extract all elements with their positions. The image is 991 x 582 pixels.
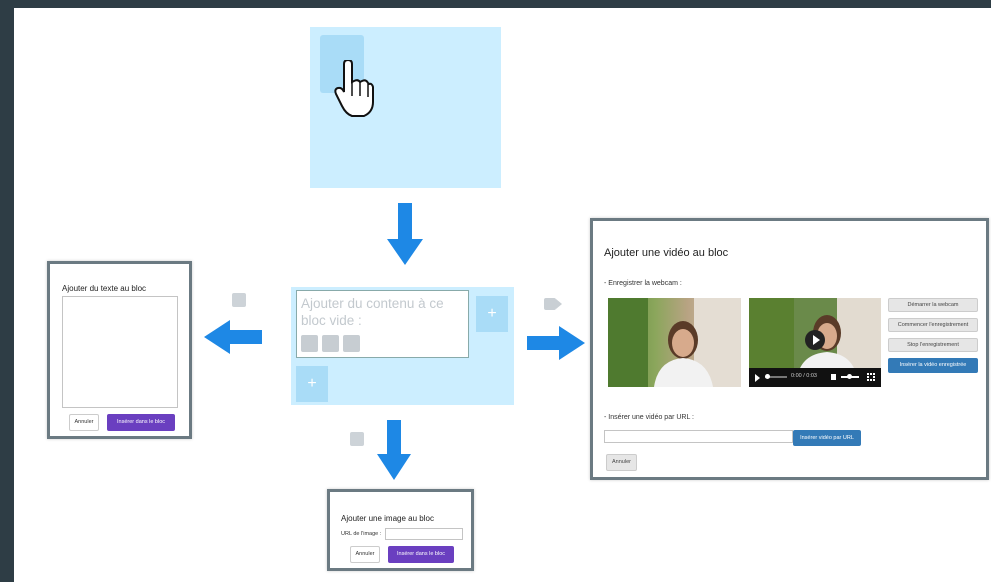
play-icon[interactable] bbox=[755, 374, 760, 382]
webcam-section-label: - Enregistrer la webcam : bbox=[604, 280, 682, 287]
image-url-label: URL de l'image : bbox=[341, 531, 382, 537]
add-image-panel: Ajouter une image au bloc URL de l'image… bbox=[327, 489, 474, 571]
video-camera-icon[interactable] bbox=[343, 335, 360, 352]
person-image bbox=[608, 298, 741, 387]
right-arrow-icon bbox=[527, 326, 585, 360]
cancel-button[interactable]: Annuler bbox=[350, 546, 380, 563]
cancel-button[interactable]: Annuler bbox=[69, 414, 99, 431]
seek-slider[interactable] bbox=[765, 374, 787, 379]
text-icon[interactable] bbox=[301, 335, 318, 352]
content-type-icons bbox=[301, 335, 360, 352]
text-input[interactable] bbox=[62, 296, 178, 408]
volume-slider[interactable] bbox=[841, 374, 859, 379]
panel-title: Ajouter une image au bloc bbox=[341, 514, 434, 523]
pointer-hand-icon bbox=[334, 60, 374, 117]
add-column-button[interactable]: + bbox=[476, 296, 508, 332]
text-icon bbox=[232, 293, 246, 307]
stop-recording-button[interactable]: Stop l'enregistrement bbox=[888, 338, 978, 352]
recorded-video-player[interactable]: 0:00 / 0:03 bbox=[749, 298, 881, 387]
volume-icon[interactable] bbox=[831, 374, 836, 380]
video-camera-icon bbox=[544, 298, 562, 310]
start-webcam-button[interactable]: Démarrer la webcam bbox=[888, 298, 978, 312]
image-icon[interactable] bbox=[322, 335, 339, 352]
image-url-input[interactable] bbox=[385, 528, 463, 540]
fullscreen-icon[interactable] bbox=[867, 373, 875, 381]
add-row-button[interactable]: + bbox=[296, 366, 328, 402]
down-arrow-icon bbox=[377, 420, 411, 480]
down-arrow-icon bbox=[387, 203, 423, 265]
webcam-preview bbox=[608, 298, 741, 387]
panel-title: Ajouter du texte au bloc bbox=[62, 284, 147, 293]
panel-title: Ajouter une vidéo au bloc bbox=[604, 247, 729, 259]
content-block: Ajouter du contenu à ce bloc vide : + + bbox=[291, 287, 514, 405]
player-controls: 0:00 / 0:03 bbox=[749, 368, 881, 387]
insert-button[interactable]: Insérer dans le bloc bbox=[107, 414, 175, 431]
video-url-input[interactable] bbox=[604, 430, 793, 443]
player-time: 0:00 / 0:03 bbox=[791, 373, 817, 379]
url-section-label: - Insérer une vidéo par URL : bbox=[604, 414, 695, 421]
add-text-panel: Ajouter du texte au bloc Annuler Insérer… bbox=[47, 261, 192, 439]
play-icon[interactable] bbox=[805, 330, 825, 350]
image-icon bbox=[350, 432, 364, 446]
cancel-button[interactable]: Annuler bbox=[606, 454, 637, 471]
start-recording-button[interactable]: Commencer l'enregistrement bbox=[888, 318, 978, 332]
content-prompt: Ajouter du contenu à ce bloc vide : bbox=[301, 296, 444, 328]
left-arrow-icon bbox=[204, 320, 262, 354]
insert-recorded-video-button[interactable]: Insérer la vidéo enregistrée bbox=[888, 358, 978, 373]
insert-url-video-button[interactable]: Insérer vidéo par URL bbox=[793, 430, 861, 446]
content-prompt-box: Ajouter du contenu à ce bloc vide : bbox=[296, 290, 469, 358]
insert-button[interactable]: Insérer dans le bloc bbox=[388, 546, 454, 563]
add-video-panel: Ajouter une vidéo au bloc - Enregistrer … bbox=[590, 218, 989, 480]
